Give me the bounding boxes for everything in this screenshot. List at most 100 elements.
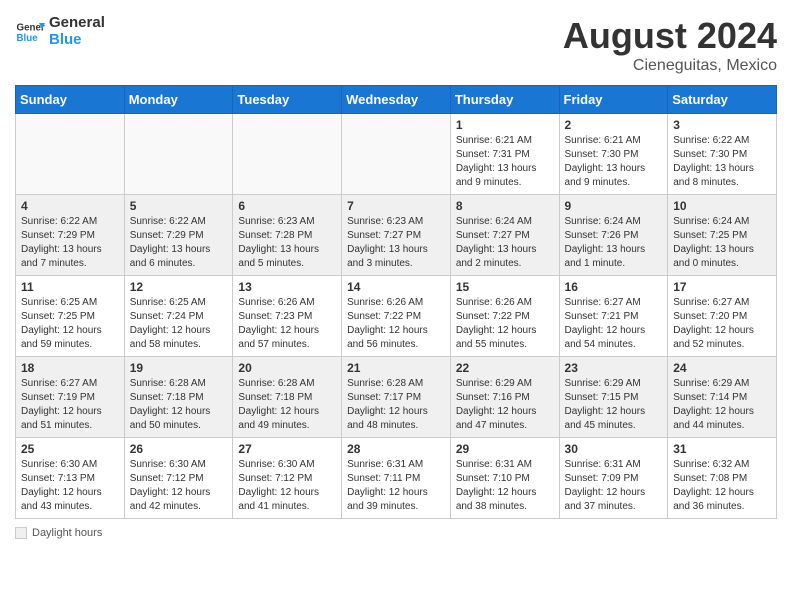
- day-number: 3: [673, 118, 771, 132]
- col-header-monday: Monday: [124, 86, 233, 114]
- day-info: Sunrise: 6:21 AM Sunset: 7:30 PM Dayligh…: [565, 134, 663, 190]
- week-row-1: 1 Sunrise: 6:21 AM Sunset: 7:31 PM Daylig…: [16, 114, 777, 195]
- daylight-legend: Daylight hours: [15, 527, 102, 539]
- day-info: Sunrise: 6:29 AM Sunset: 7:14 PM Dayligh…: [673, 377, 771, 433]
- day-cell: 8 Sunrise: 6:24 AM Sunset: 7:27 PM Daylig…: [450, 195, 559, 276]
- page-header: General Blue General Blue August 2024 Ci…: [15, 15, 777, 75]
- day-info: Sunrise: 6:24 AM Sunset: 7:26 PM Dayligh…: [565, 215, 663, 271]
- day-number: 23: [565, 361, 663, 375]
- day-cell: 27 Sunrise: 6:30 AM Sunset: 7:12 PM Dayli…: [233, 438, 342, 519]
- day-info: Sunrise: 6:30 AM Sunset: 7:12 PM Dayligh…: [238, 458, 336, 514]
- day-info: Sunrise: 6:26 AM Sunset: 7:23 PM Dayligh…: [238, 296, 336, 352]
- day-info: Sunrise: 6:24 AM Sunset: 7:27 PM Dayligh…: [456, 215, 554, 271]
- day-number: 31: [673, 442, 771, 456]
- day-cell: 6Sunrise: 6:23 AM Sunset: 7:28 PM Daylig…: [233, 195, 342, 276]
- day-cell: 2Sunrise: 6:21 AM Sunset: 7:30 PM Daylig…: [559, 114, 668, 195]
- logo-icon: General Blue: [15, 17, 45, 47]
- calendar-footer: Daylight hours: [15, 527, 777, 542]
- logo: General Blue General Blue: [15, 15, 105, 48]
- daylight-swatch: [15, 527, 27, 539]
- day-number: 19: [130, 361, 228, 375]
- day-info: Sunrise: 6:21 AM Sunset: 7:31 PM Dayligh…: [456, 134, 554, 190]
- day-info: Sunrise: 6:25 AM Sunset: 7:25 PM Dayligh…: [21, 296, 119, 352]
- location-subtitle: Cieneguitas, Mexico: [563, 57, 777, 75]
- logo-text: General Blue: [49, 15, 105, 48]
- title-block: August 2024 Cieneguitas, Mexico: [563, 15, 777, 75]
- day-info: Sunrise: 6:31 AM Sunset: 7:11 PM Dayligh…: [347, 458, 445, 514]
- day-number: 13: [238, 280, 336, 294]
- day-cell: 16 Sunrise: 6:27 AM Sunset: 7:21 PM Dayli…: [559, 276, 668, 357]
- day-info: Sunrise: 6:26 AM Sunset: 7:22 PM Dayligh…: [456, 296, 554, 352]
- day-number: 27: [238, 442, 336, 456]
- day-cell: 17Sunrise: 6:27 AM Sunset: 7:20 PM Dayli…: [668, 276, 777, 357]
- day-info: Sunrise: 6:31 AM Sunset: 7:09 PM Dayligh…: [565, 458, 663, 514]
- day-number: 1: [456, 118, 554, 132]
- day-number: 25: [21, 442, 119, 456]
- day-cell: 5 Sunrise: 6:22 AM Sunset: 7:29 PM Daylig…: [124, 195, 233, 276]
- day-number: 14: [347, 280, 445, 294]
- day-info: Sunrise: 6:22 AM Sunset: 7:29 PM Dayligh…: [130, 215, 228, 271]
- day-number: 4: [21, 199, 119, 213]
- day-cell: 15 Sunrise: 6:26 AM Sunset: 7:22 PM Dayli…: [450, 276, 559, 357]
- day-cell: [124, 114, 233, 195]
- day-cell: 13 Sunrise: 6:26 AM Sunset: 7:23 PM Dayli…: [233, 276, 342, 357]
- day-cell: 12Sunrise: 6:25 AM Sunset: 7:24 PM Dayli…: [124, 276, 233, 357]
- week-row-4: 18 Sunrise: 6:27 AM Sunset: 7:19 PM Dayli…: [16, 357, 777, 438]
- day-info: Sunrise: 6:29 AM Sunset: 7:15 PM Dayligh…: [565, 377, 663, 433]
- day-number: 17: [673, 280, 771, 294]
- day-number: 6: [238, 199, 336, 213]
- day-number: 16: [565, 280, 663, 294]
- day-cell: 10 Sunrise: 6:24 AM Sunset: 7:25 PM Dayli…: [668, 195, 777, 276]
- col-header-tuesday: Tuesday: [233, 86, 342, 114]
- month-year-title: August 2024: [563, 15, 777, 57]
- day-info: Sunrise: 6:24 AM Sunset: 7:25 PM Dayligh…: [673, 215, 771, 271]
- day-info: Sunrise: 6:30 AM Sunset: 7:13 PM Dayligh…: [21, 458, 119, 514]
- day-cell: 29 Sunrise: 6:31 AM Sunset: 7:10 PM Dayli…: [450, 438, 559, 519]
- day-cell: 23 Sunrise: 6:29 AM Sunset: 7:15 PM Dayli…: [559, 357, 668, 438]
- day-info: Sunrise: 6:27 AM Sunset: 7:19 PM Dayligh…: [21, 377, 119, 433]
- day-number: 5: [130, 199, 228, 213]
- col-header-sunday: Sunday: [16, 86, 125, 114]
- day-number: 7: [347, 199, 445, 213]
- day-number: 15: [456, 280, 554, 294]
- col-header-saturday: Saturday: [668, 86, 777, 114]
- day-cell: 14Sunrise: 6:26 AM Sunset: 7:22 PM Dayli…: [342, 276, 451, 357]
- day-number: 8: [456, 199, 554, 213]
- day-info: Sunrise: 6:29 AM Sunset: 7:16 PM Dayligh…: [456, 377, 554, 433]
- day-info: Sunrise: 6:25 AM Sunset: 7:24 PM Dayligh…: [130, 296, 228, 352]
- day-cell: 20 Sunrise: 6:28 AM Sunset: 7:18 PM Dayli…: [233, 357, 342, 438]
- day-cell: [233, 114, 342, 195]
- day-cell: 4Sunrise: 6:22 AM Sunset: 7:29 PM Daylig…: [16, 195, 125, 276]
- day-cell: 30Sunrise: 6:31 AM Sunset: 7:09 PM Dayli…: [559, 438, 668, 519]
- day-number: 29: [456, 442, 554, 456]
- day-info: Sunrise: 6:28 AM Sunset: 7:18 PM Dayligh…: [130, 377, 228, 433]
- day-cell: 18 Sunrise: 6:27 AM Sunset: 7:19 PM Dayli…: [16, 357, 125, 438]
- day-cell: 11Sunrise: 6:25 AM Sunset: 7:25 PM Dayli…: [16, 276, 125, 357]
- day-number: 9: [565, 199, 663, 213]
- svg-text:Blue: Blue: [17, 33, 39, 44]
- day-number: 18: [21, 361, 119, 375]
- daylight-label: Daylight hours: [32, 527, 102, 539]
- header-row: SundayMondayTuesdayWednesdayThursdayFrid…: [16, 86, 777, 114]
- day-number: 20: [238, 361, 336, 375]
- day-cell: [16, 114, 125, 195]
- day-number: 22: [456, 361, 554, 375]
- week-row-5: 25 Sunrise: 6:30 AM Sunset: 7:13 PM Dayli…: [16, 438, 777, 519]
- day-info: Sunrise: 6:23 AM Sunset: 7:27 PM Dayligh…: [347, 215, 445, 271]
- col-header-wednesday: Wednesday: [342, 86, 451, 114]
- day-info: Sunrise: 6:28 AM Sunset: 7:18 PM Dayligh…: [238, 377, 336, 433]
- day-info: Sunrise: 6:22 AM Sunset: 7:30 PM Dayligh…: [673, 134, 771, 190]
- day-cell: 19 Sunrise: 6:28 AM Sunset: 7:18 PM Dayli…: [124, 357, 233, 438]
- day-info: Sunrise: 6:27 AM Sunset: 7:21 PM Dayligh…: [565, 296, 663, 352]
- day-info: Sunrise: 6:31 AM Sunset: 7:10 PM Dayligh…: [456, 458, 554, 514]
- day-number: 24: [673, 361, 771, 375]
- week-row-2: 4 Sunrise: 6:22 AM Sunset: 7:29 PM Daylig…: [16, 195, 777, 276]
- col-header-thursday: Thursday: [450, 86, 559, 114]
- day-info: Sunrise: 6:30 AM Sunset: 7:12 PM Dayligh…: [130, 458, 228, 514]
- day-cell: 3 Sunrise: 6:22 AM Sunset: 7:30 PM Daylig…: [668, 114, 777, 195]
- day-cell: 26Sunrise: 6:30 AM Sunset: 7:12 PM Dayli…: [124, 438, 233, 519]
- day-info: Sunrise: 6:28 AM Sunset: 7:17 PM Dayligh…: [347, 377, 445, 433]
- col-header-friday: Friday: [559, 86, 668, 114]
- day-number: 10: [673, 199, 771, 213]
- day-cell: [342, 114, 451, 195]
